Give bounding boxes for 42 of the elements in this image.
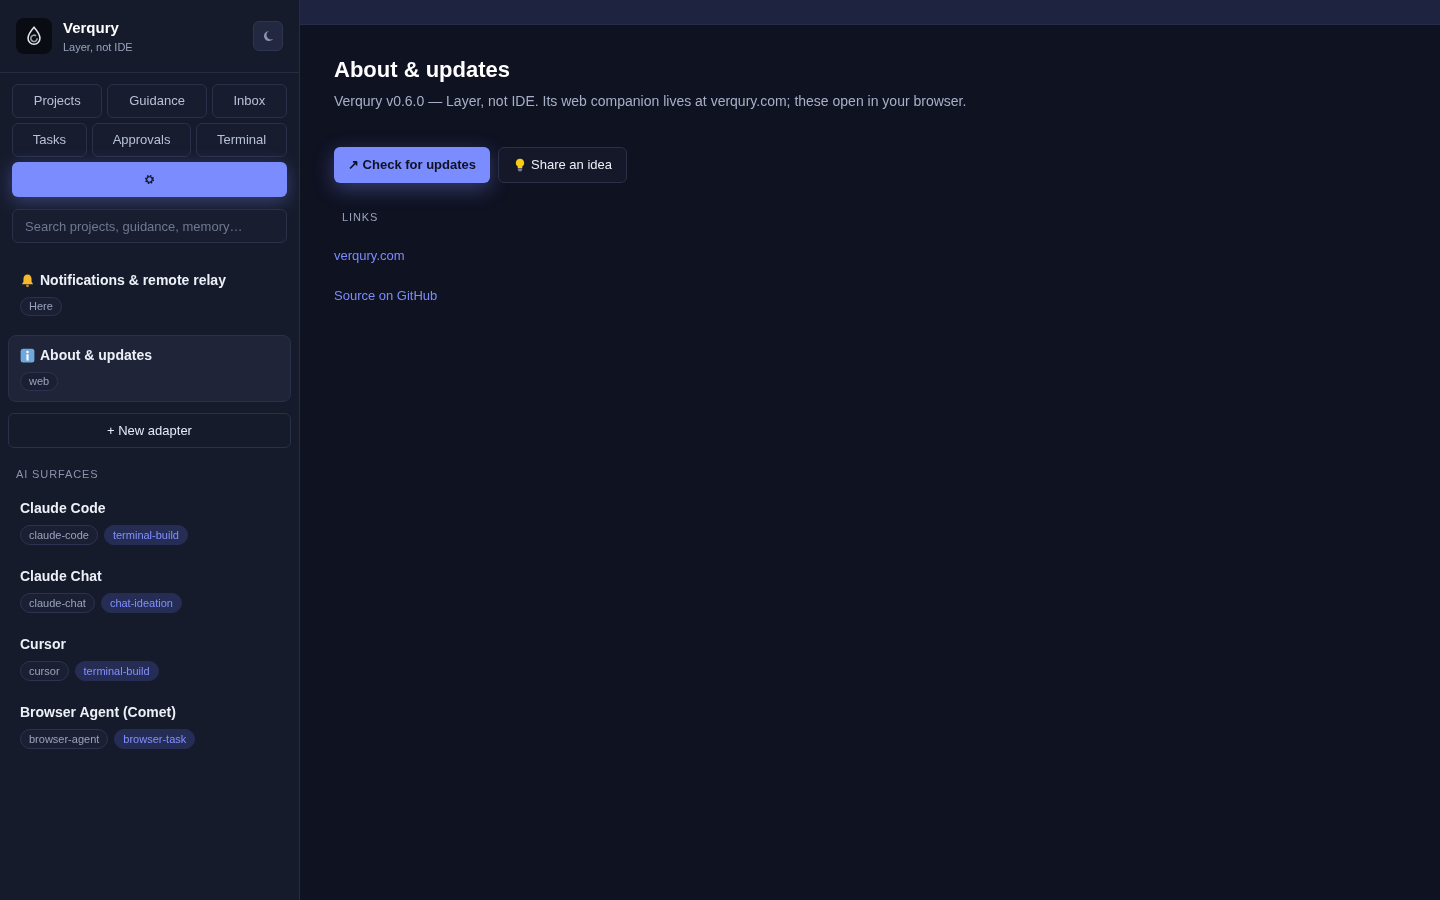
gear-icon <box>144 174 155 185</box>
nav-tab[interactable]: Approvals <box>91 123 192 157</box>
nav-tab[interactable]: Guidance <box>107 84 207 118</box>
page-title: About & updates <box>334 56 510 84</box>
nav-tab[interactable]: Inbox <box>211 84 287 118</box>
surface-tag: browser-agent <box>20 729 109 749</box>
surface-name: Cursor <box>20 635 66 653</box>
link[interactable]: Source on GitHub <box>334 287 438 305</box>
surface-tag: claude-code <box>20 525 98 545</box>
adapter-tag: web <box>20 372 59 391</box>
check-updates-button[interactable]: ↗ Check for updates <box>334 147 491 183</box>
surface-name: Claude Chat <box>20 567 102 585</box>
surface-tag: claude-chat <box>20 593 95 613</box>
adapter-title: Notifications & remote relay <box>40 271 226 289</box>
adapter-tag: Here <box>20 297 62 316</box>
surface-name: Browser Agent (Comet) <box>20 703 176 721</box>
adapter-item[interactable]: About & updates web <box>8 335 291 402</box>
surface-tag: browser-task <box>114 729 196 749</box>
surface-tag: chat-ideation <box>100 593 182 613</box>
links-heading: LINKS <box>342 211 379 224</box>
theme-toggle-button[interactable] <box>253 21 283 51</box>
adapter-title: About & updates <box>40 346 152 364</box>
share-idea-button[interactable]: Share an idea <box>498 147 627 183</box>
new-adapter-button[interactable]: + New adapter <box>8 413 291 448</box>
bell-icon <box>20 272 35 288</box>
moon-icon <box>262 30 274 42</box>
adapter-item[interactable]: Notifications & remote relay Here <box>8 260 291 327</box>
nav-tab[interactable]: Terminal <box>196 123 287 157</box>
section-heading: AI SURFACES <box>15 468 100 481</box>
surface-name: Claude Code <box>20 499 106 517</box>
app-name: Verqury <box>63 18 120 37</box>
nav-tab[interactable]: Tasks <box>12 123 87 157</box>
page-description: Verqury v0.6.0 — Layer, not IDE. Its web companion lives at verqury.com; these open in your browser. <box>334 92 967 111</box>
nav-tab[interactable]: Projects <box>12 84 103 118</box>
link[interactable]: verqury.com <box>334 247 405 265</box>
surface-tag: terminal-build <box>103 525 188 545</box>
surface-tag: terminal-build <box>74 661 159 681</box>
search-field[interactable]: Search projects, guidance, memory… <box>12 209 287 243</box>
info-icon <box>20 347 35 363</box>
surface-tag: cursor <box>20 661 69 681</box>
droplet-logo-icon <box>16 18 52 54</box>
app-tagline: Layer, not IDE <box>63 39 133 54</box>
